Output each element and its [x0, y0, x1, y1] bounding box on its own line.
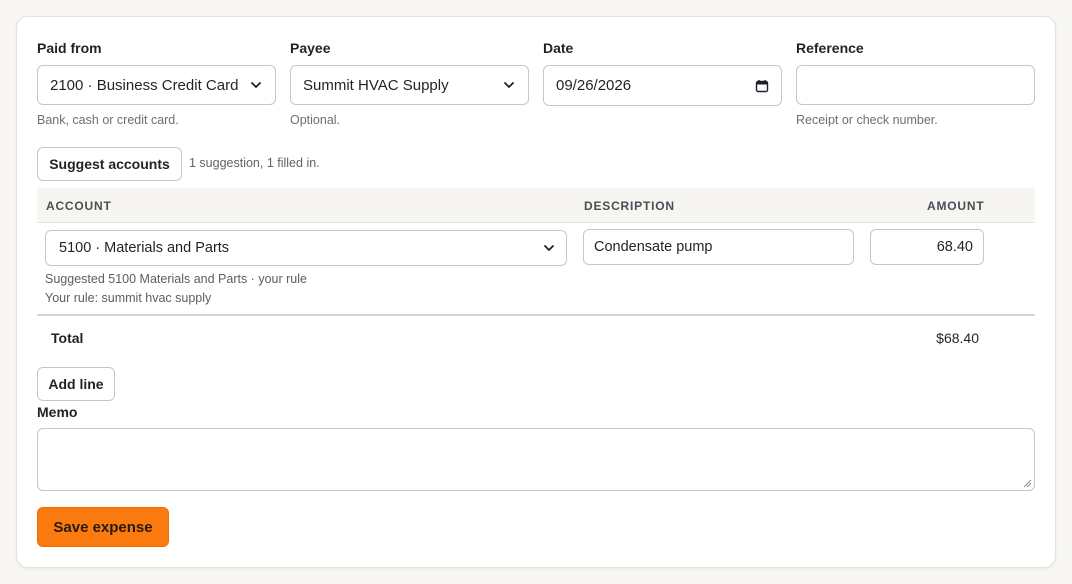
paid-from-label: Paid from — [37, 40, 102, 56]
amount-column-header: AMOUNT — [927, 199, 985, 213]
date-label: Date — [543, 40, 574, 56]
line-account-select[interactable]: 5100 · Materials and Parts — [45, 230, 567, 266]
calendar-icon[interactable] — [755, 79, 769, 93]
payee-label: Payee — [290, 40, 331, 56]
paid-from-select[interactable]: 2100 · Business Credit Card — [37, 65, 276, 105]
line-description-value: Condensate pump — [594, 239, 713, 255]
reference-input[interactable] — [796, 65, 1035, 105]
line-description-input[interactable]: Condensate pump — [583, 229, 854, 265]
suggestion-status: 1 suggestion, 1 filled in. — [189, 156, 320, 170]
total-label: Total — [51, 330, 84, 346]
payee-select[interactable]: Summit HVAC Supply — [290, 65, 529, 105]
reference-label: Reference — [796, 40, 864, 56]
payee-help: Optional. — [290, 113, 341, 127]
total-divider — [37, 314, 1035, 316]
reference-help: Receipt or check number. — [796, 113, 938, 127]
memo-textarea[interactable] — [37, 428, 1035, 491]
paid-from-help: Bank, cash or credit card. — [37, 113, 179, 127]
line-amount-value: 68.40 — [936, 239, 973, 255]
resize-handle-icon[interactable] — [1022, 478, 1032, 488]
save-expense-button[interactable]: Save expense — [37, 507, 169, 547]
date-input[interactable]: 09/26/2026 — [543, 65, 782, 106]
account-column-header: ACCOUNT — [46, 199, 112, 213]
lines-table-header: ACCOUNT DESCRIPTION AMOUNT — [37, 188, 1035, 223]
date-value: 09/26/2026 — [556, 77, 632, 94]
suggestion-note: Suggested 5100 Materials and Parts · you… — [45, 272, 307, 286]
chevron-down-icon — [544, 245, 554, 251]
chevron-down-icon — [251, 82, 261, 88]
line-amount-input[interactable]: 68.40 — [870, 229, 984, 265]
memo-label: Memo — [37, 404, 78, 420]
suggest-accounts-button[interactable]: Suggest accounts — [37, 147, 182, 181]
add-line-button[interactable]: Add line — [37, 367, 115, 401]
total-value: $68.40 — [936, 330, 979, 346]
rule-note: Your rule: summit hvac supply — [45, 291, 212, 305]
chevron-down-icon — [504, 82, 514, 88]
description-column-header: DESCRIPTION — [584, 199, 675, 213]
paid-from-value: 2100 · Business Credit Card — [50, 76, 239, 94]
payee-value: Summit HVAC Supply — [303, 76, 449, 94]
line-account-value: 5100 · Materials and Parts — [59, 240, 230, 256]
expense-form-card: Paid from 2100 · Business Credit Card Ba… — [16, 16, 1056, 568]
